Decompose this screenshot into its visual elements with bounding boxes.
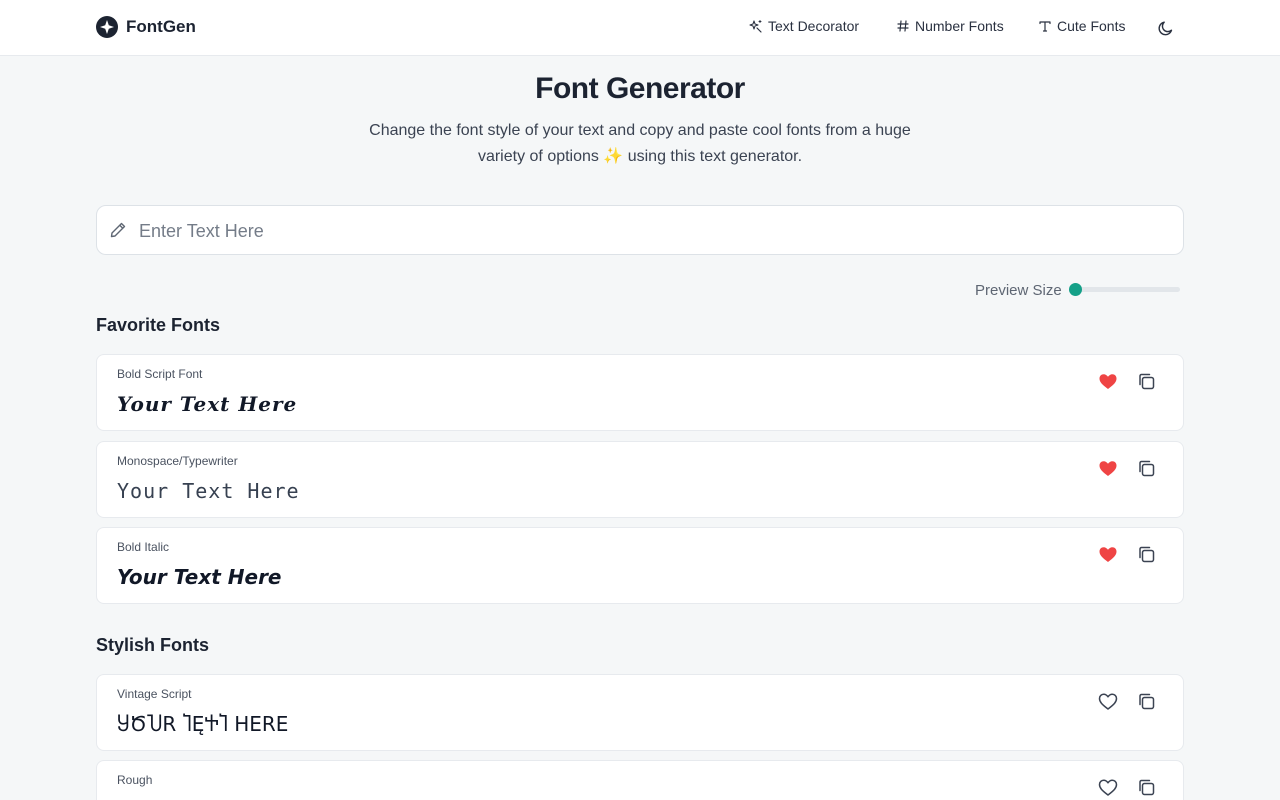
brand[interactable]: FontGen <box>96 16 196 38</box>
text-input-box <box>96 205 1184 256</box>
nav-text-decorator[interactable]: Text Decorator <box>749 18 859 34</box>
nav-number-fonts[interactable]: Number Fonts <box>896 18 1004 34</box>
font-card-vintage-script[interactable]: Vintage Script ႸԾႮR ႨĘႵႨ HERE <box>96 674 1184 751</box>
nav-label: Text Decorator <box>768 18 860 34</box>
font-preview[interactable]: Your Text Here <box>117 565 282 589</box>
section-heading-stylish-fonts: Stylish Fonts <box>96 635 210 655</box>
font-name: Bold Italic <box>117 540 170 554</box>
preview-size-slider-thumb[interactable] <box>1069 283 1082 296</box>
font-name: Monospace/Typewriter <box>117 454 238 468</box>
copy-icon[interactable] <box>1137 459 1156 478</box>
font-preview[interactable]: Your Text Here <box>117 479 300 503</box>
sparkle-wand-icon <box>749 20 762 33</box>
copy-icon[interactable] <box>1137 545 1156 564</box>
nav-label: Number Fonts <box>915 18 1004 34</box>
heart-filled-icon[interactable] <box>1098 372 1118 392</box>
font-preview[interactable]: Your Text Here <box>117 392 297 416</box>
heart-outline-icon[interactable] <box>1098 692 1118 712</box>
top-navbar: FontGen Text Decorator Number Fonts Cute… <box>0 0 1280 56</box>
font-name: Rough <box>117 773 153 787</box>
heart-filled-icon[interactable] <box>1098 459 1118 479</box>
pencil-icon <box>110 222 126 238</box>
section-heading-favorite-fonts: Favorite Fonts <box>96 315 221 335</box>
font-preview[interactable]: ႸԾႮR ႨĘႵႨ HERE <box>117 712 288 736</box>
nav-cute-fonts[interactable]: Cute Fonts <box>1038 18 1125 34</box>
page-subtitle: Change the font style of your text and c… <box>369 122 911 165</box>
heart-outline-icon[interactable] <box>1098 778 1118 798</box>
font-name: Vintage Script <box>117 687 192 701</box>
moon-icon[interactable] <box>1157 19 1175 37</box>
copy-icon[interactable] <box>1137 778 1156 797</box>
copy-icon[interactable] <box>1137 692 1156 711</box>
brand-name: FontGen <box>126 17 196 36</box>
preview-size-label: Preview Size <box>975 282 1062 299</box>
type-icon <box>1039 21 1051 32</box>
page-title: Font Generator <box>535 72 745 105</box>
copy-icon[interactable] <box>1137 372 1156 391</box>
font-card-bold-italic[interactable]: Bold Italic Your Text Here <box>96 527 1184 604</box>
sparkle-logo-icon <box>96 16 118 38</box>
font-card-rough[interactable]: Rough <box>96 760 1184 800</box>
hash-icon <box>897 20 909 32</box>
heart-filled-icon[interactable] <box>1098 545 1118 565</box>
font-name: Bold Script Font <box>117 367 203 381</box>
font-card-bold-script[interactable]: Bold Script Font Your Text Here <box>96 354 1184 431</box>
preview-size-slider-track[interactable] <box>1072 287 1180 292</box>
font-card-monospace[interactable]: Monospace/Typewriter Your Text Here <box>96 441 1184 518</box>
nav-label: Cute Fonts <box>1057 18 1126 34</box>
text-input[interactable] <box>137 206 1171 256</box>
